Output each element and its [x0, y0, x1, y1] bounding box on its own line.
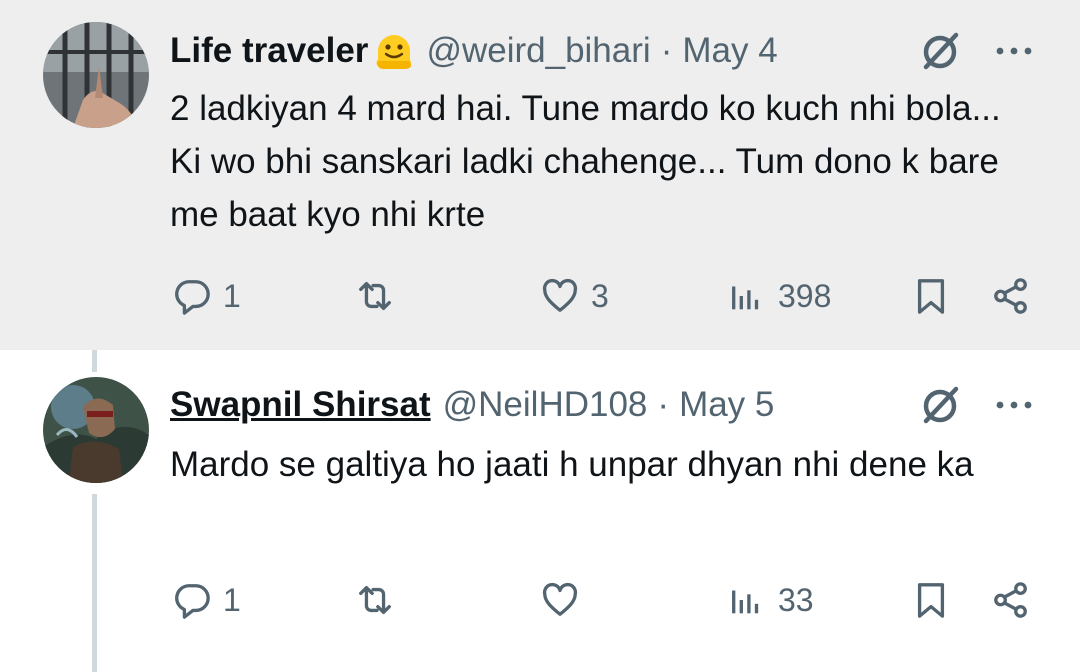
like-icon: [542, 278, 578, 312]
display-name[interactable]: Swapnil Shirsat: [170, 385, 431, 425]
tweet-header: Life traveler @weird_bihari · May 4: [170, 27, 778, 75]
bookmark-icon: [917, 583, 945, 618]
tweet-header: Swapnil Shirsat @NeilHD108 · May 5: [170, 381, 774, 429]
grok-icon[interactable]: [916, 381, 964, 429]
avatar-image: [43, 22, 149, 128]
tweet-date[interactable]: May 4: [682, 31, 777, 71]
reply-button[interactable]: 1: [173, 576, 241, 624]
share-icon: [994, 278, 1027, 314]
avatar[interactable]: [43, 377, 149, 483]
like-count: 3: [591, 277, 609, 314]
reply-count: 1: [223, 277, 241, 314]
tweet-text: 2 ladkiyan 4 mard hai. Tune mardo ko kuc…: [170, 89, 1001, 234]
avatar[interactable]: [43, 22, 149, 128]
like-icon: [542, 582, 578, 616]
like-button[interactable]: [541, 576, 591, 624]
tweet[interactable]: Swapnil Shirsat @NeilHD108 · May 5 Mardo…: [0, 350, 1080, 672]
views-button[interactable]: 398: [728, 272, 831, 320]
share-button[interactable]: [992, 272, 1030, 320]
reply-button[interactable]: 1: [173, 272, 241, 320]
reply-icon: [175, 584, 210, 619]
retweet-icon: [359, 585, 391, 615]
share-icon: [994, 582, 1027, 618]
separator-dot: ·: [657, 385, 670, 424]
share-button[interactable]: [992, 576, 1030, 624]
retweet-icon: [359, 281, 391, 311]
action-bar: 1 3 398: [170, 272, 1040, 320]
bookmark-button[interactable]: [912, 576, 950, 624]
more-icon[interactable]: [990, 381, 1038, 429]
conversation-thread: Life traveler @weird_bihari · May 4 2 la…: [0, 0, 1080, 672]
user-handle[interactable]: @weird_bihari: [426, 31, 650, 71]
melting-face-emoji-icon: [376, 35, 412, 69]
separator-dot: ·: [660, 31, 673, 70]
grok-icon[interactable]: [916, 27, 964, 75]
views-icon: [732, 286, 759, 310]
like-button[interactable]: 3: [541, 272, 609, 320]
reply-count: 1: [223, 581, 241, 618]
more-icon[interactable]: [990, 27, 1038, 75]
tweet-date[interactable]: May 5: [679, 385, 774, 425]
view-count: 33: [778, 581, 814, 618]
reply-icon: [175, 280, 210, 315]
retweet-button[interactable]: [356, 576, 406, 624]
display-name[interactable]: Life traveler: [170, 31, 368, 71]
retweet-button[interactable]: [356, 272, 406, 320]
views-icon: [732, 590, 759, 614]
tweet-text: Mardo se galtiya ho jaati h unpar dhyan …: [170, 445, 974, 484]
view-count: 398: [778, 277, 832, 314]
user-handle[interactable]: @NeilHD108: [443, 385, 648, 425]
views-button[interactable]: 33: [728, 576, 814, 624]
bookmark-icon: [917, 279, 945, 314]
avatar-image: [43, 377, 149, 483]
bookmark-button[interactable]: [912, 272, 950, 320]
tweet[interactable]: Life traveler @weird_bihari · May 4 2 la…: [0, 0, 1080, 350]
action-bar: 1 33: [170, 576, 1040, 624]
